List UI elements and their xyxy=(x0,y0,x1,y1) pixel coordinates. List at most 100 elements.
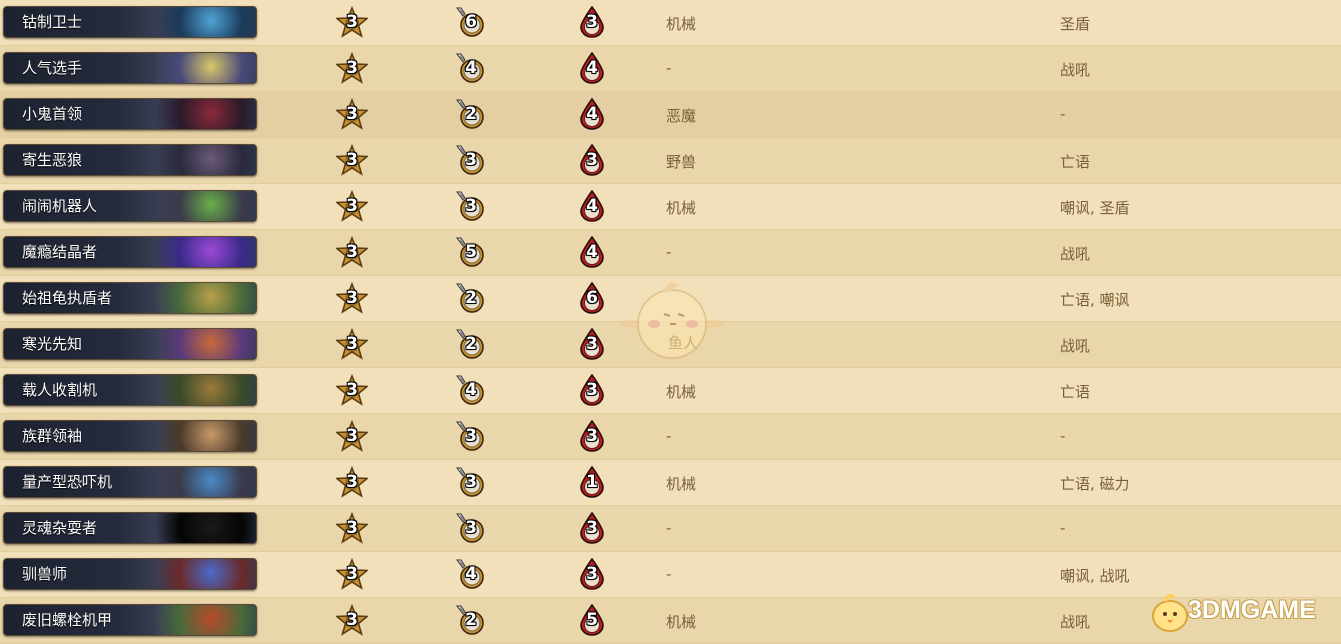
keywords-cell: 圣盾 xyxy=(1060,15,1091,33)
card-name: 载人收割机 xyxy=(22,381,98,399)
table-row: 废旧螺栓机甲 3 2 5 机械 战吼 xyxy=(0,598,1341,644)
tribe-cell: - xyxy=(666,59,672,77)
card-banner[interactable]: 钴制卫士 xyxy=(3,6,257,38)
tribe-cell: - xyxy=(666,519,672,537)
star-value: 3 xyxy=(346,380,358,400)
blood-drop-value: 3 xyxy=(586,426,598,446)
card-banner[interactable]: 小鬼首领 xyxy=(3,98,257,130)
blood-drop-icon: 3 xyxy=(576,144,608,176)
tribe-cell: 机械 xyxy=(666,15,697,33)
card-name: 废旧螺栓机甲 xyxy=(22,611,113,629)
sword-value: 2 xyxy=(465,334,477,354)
table-row: 小鬼首领 3 2 4 恶魔 - xyxy=(0,92,1341,138)
blood-drop-value: 5 xyxy=(586,610,598,630)
sword-icon: 3 xyxy=(455,190,487,222)
card-banner[interactable]: 驯兽师 xyxy=(3,558,257,590)
card-art xyxy=(156,53,256,83)
keywords-cell: - xyxy=(1060,105,1066,123)
card-banner[interactable]: 载人收割机 xyxy=(3,374,257,406)
keywords-cell: 战吼 xyxy=(1060,245,1091,263)
card-art xyxy=(156,467,256,497)
star-icon: 3 xyxy=(336,6,368,38)
card-art xyxy=(156,605,256,635)
star-icon: 3 xyxy=(336,466,368,498)
card-name: 族群领袖 xyxy=(22,427,83,445)
blood-drop-value: 3 xyxy=(586,518,598,538)
table-row: 族群领袖 3 3 3 - - xyxy=(0,414,1341,460)
tribe-cell: 机械 xyxy=(666,199,697,217)
star-value: 3 xyxy=(346,610,358,630)
blood-drop-value: 3 xyxy=(586,564,598,584)
card-name: 人气选手 xyxy=(22,59,83,77)
sword-value: 3 xyxy=(465,472,477,492)
card-banner[interactable]: 闹闹机器人 xyxy=(3,190,257,222)
sword-value: 5 xyxy=(465,242,477,262)
sword-value: 4 xyxy=(465,58,477,78)
star-value: 3 xyxy=(346,58,358,78)
keywords-cell: 亡语 xyxy=(1060,383,1091,401)
sword-icon: 4 xyxy=(455,374,487,406)
card-art xyxy=(156,191,256,221)
sword-value: 4 xyxy=(465,564,477,584)
sword-value: 3 xyxy=(465,518,477,538)
star-icon: 3 xyxy=(336,282,368,314)
card-banner[interactable]: 灵魂杂耍者 xyxy=(3,512,257,544)
card-banner[interactable]: 废旧螺栓机甲 xyxy=(3,604,257,636)
card-name: 钴制卫士 xyxy=(22,13,83,31)
star-value: 3 xyxy=(346,196,358,216)
site-logo-text: 3DMGAME xyxy=(1188,596,1316,624)
blood-drop-icon: 5 xyxy=(576,604,608,636)
card-name: 魔瘾结晶者 xyxy=(22,243,98,261)
card-name: 寒光先知 xyxy=(22,335,83,353)
keywords-cell: - xyxy=(1060,427,1066,445)
card-name: 驯兽师 xyxy=(22,565,68,583)
star-icon: 3 xyxy=(336,328,368,360)
sword-value: 3 xyxy=(465,196,477,216)
sword-value: 4 xyxy=(465,380,477,400)
sword-icon: 2 xyxy=(455,328,487,360)
card-banner[interactable]: 魔瘾结晶者 xyxy=(3,236,257,268)
card-banner[interactable]: 寄生恶狼 xyxy=(3,144,257,176)
sword-icon: 2 xyxy=(455,282,487,314)
card-art xyxy=(156,513,256,543)
blood-drop-value: 3 xyxy=(586,150,598,170)
blood-drop-value: 1 xyxy=(586,472,598,492)
card-banner[interactable]: 寒光先知 xyxy=(3,328,257,360)
card-art xyxy=(156,559,256,589)
card-banner[interactable]: 量产型恐吓机 xyxy=(3,466,257,498)
table-row: 人气选手 3 4 4 - 战吼 xyxy=(0,46,1341,92)
card-banner[interactable]: 族群领袖 xyxy=(3,420,257,452)
card-art xyxy=(156,237,256,267)
table-row: 灵魂杂耍者 3 3 3 - - xyxy=(0,506,1341,552)
star-icon: 3 xyxy=(336,144,368,176)
card-banner[interactable]: 人气选手 xyxy=(3,52,257,84)
sword-value: 2 xyxy=(465,104,477,124)
blood-drop-icon: 6 xyxy=(576,282,608,314)
sword-icon: 3 xyxy=(455,144,487,176)
keywords-cell: 亡语, 嘲讽 xyxy=(1060,291,1130,309)
blood-drop-icon: 4 xyxy=(576,190,608,222)
table-row: 驯兽师 3 4 3 - 嘲讽, 战吼 xyxy=(0,552,1341,598)
card-name: 闹闹机器人 xyxy=(22,197,98,215)
star-icon: 3 xyxy=(336,558,368,590)
table-row: 闹闹机器人 3 3 4 机械 嘲讽, 圣盾 xyxy=(0,184,1341,230)
sword-icon: 6 xyxy=(455,6,487,38)
blood-drop-icon: 3 xyxy=(576,6,608,38)
card-name: 始祖龟执盾者 xyxy=(22,289,113,307)
blood-drop-icon: 3 xyxy=(576,328,608,360)
card-art xyxy=(156,145,256,175)
site-logo: 3DMGAME xyxy=(1148,588,1338,636)
card-banner[interactable]: 始祖龟执盾者 xyxy=(3,282,257,314)
card-art xyxy=(156,99,256,129)
keywords-cell: 亡语 xyxy=(1060,153,1091,171)
sword-value: 2 xyxy=(465,610,477,630)
tribe-cell: 恶魔 xyxy=(666,107,697,125)
sword-icon: 4 xyxy=(455,52,487,84)
star-icon: 3 xyxy=(336,374,368,406)
sword-value: 6 xyxy=(465,12,477,32)
card-name: 小鬼首领 xyxy=(22,105,83,123)
sword-icon: 4 xyxy=(455,558,487,590)
sword-value: 2 xyxy=(465,288,477,308)
star-icon: 3 xyxy=(336,604,368,636)
watermark-mascot: 鱼人 xyxy=(620,278,724,362)
